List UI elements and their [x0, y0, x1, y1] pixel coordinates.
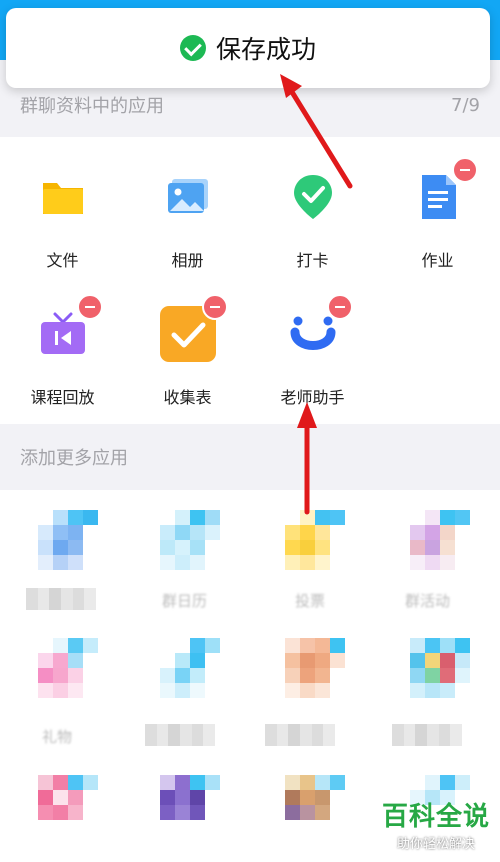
app-label: 老师助手	[280, 388, 345, 407]
blurred-app-icon[interactable]	[285, 510, 345, 570]
app-checkin[interactable]: 打卡	[250, 167, 375, 271]
watermark-logo: 百科全说 助你轻松解决	[382, 796, 490, 852]
blurred-app-icon[interactable]	[38, 510, 98, 570]
homework-icon	[408, 157, 478, 227]
group-apps-count: 7/9	[451, 94, 480, 116]
blurred-app-icon[interactable]	[160, 775, 220, 835]
blurred-app-icon[interactable]	[38, 638, 98, 698]
blurred-app-icon[interactable]	[160, 638, 220, 698]
app-label: 课程回放	[30, 388, 95, 407]
save-success-toast: 保存成功	[6, 8, 490, 88]
blurred-app-icon[interactable]	[285, 638, 345, 698]
watermark-main-text: 百科全说	[381, 802, 490, 832]
remove-app-badge[interactable]	[451, 157, 478, 183]
blurred-app-label: 投票	[295, 592, 326, 610]
collect-form-icon	[158, 294, 228, 364]
success-check-icon	[179, 35, 206, 61]
app-files[interactable]: 文件	[0, 167, 125, 271]
app-label: 文件	[46, 251, 79, 270]
blurred-app-label	[392, 724, 462, 746]
blurred-app-icon[interactable]	[38, 775, 98, 835]
app-label: 收集表	[163, 388, 212, 407]
app-course-replay[interactable]: 课程回放	[0, 294, 125, 408]
blurred-app-label	[26, 588, 96, 610]
blurred-app-label: 礼物	[42, 728, 73, 746]
blurred-app-icon[interactable]	[285, 775, 345, 835]
group-apps-panel: 文件 相册 打卡 作业 课程回放 收集表 老师助手	[0, 137, 500, 424]
app-label: 作业	[421, 251, 454, 270]
photo-album-icon	[158, 167, 218, 227]
app-label: 相册	[171, 251, 204, 270]
app-album[interactable]: 相册	[125, 167, 250, 271]
blurred-app-label	[265, 724, 335, 746]
blurred-app-icon[interactable]	[410, 510, 470, 570]
blurred-app-label: 群日历	[162, 592, 208, 610]
toast-text: 保存成功	[215, 35, 316, 64]
watermark-sub-text: 助你轻松解决	[396, 837, 475, 852]
app-teacher-assistant[interactable]: 老师助手	[250, 294, 375, 408]
remove-app-badge[interactable]	[201, 294, 228, 320]
check-in-icon	[283, 167, 343, 227]
folder-icon	[33, 167, 93, 227]
course-replay-icon	[33, 294, 103, 364]
teacher-assistant-icon	[283, 294, 353, 364]
remove-app-badge[interactable]	[76, 294, 103, 320]
app-homework[interactable]: 作业	[375, 157, 500, 271]
blurred-app-label: 群活动	[405, 592, 451, 610]
more-apps-title: 添加更多应用	[20, 448, 128, 469]
blurred-app-icon[interactable]	[410, 638, 470, 698]
app-collect-form[interactable]: 收集表	[125, 294, 250, 408]
blurred-app-label	[145, 724, 215, 746]
more-apps-header: 添加更多应用	[0, 432, 500, 482]
blurred-app-icon[interactable]	[160, 510, 220, 570]
app-label: 打卡	[296, 251, 329, 270]
remove-app-badge[interactable]	[326, 294, 353, 320]
group-apps-title: 群聊资料中的应用	[20, 96, 164, 117]
